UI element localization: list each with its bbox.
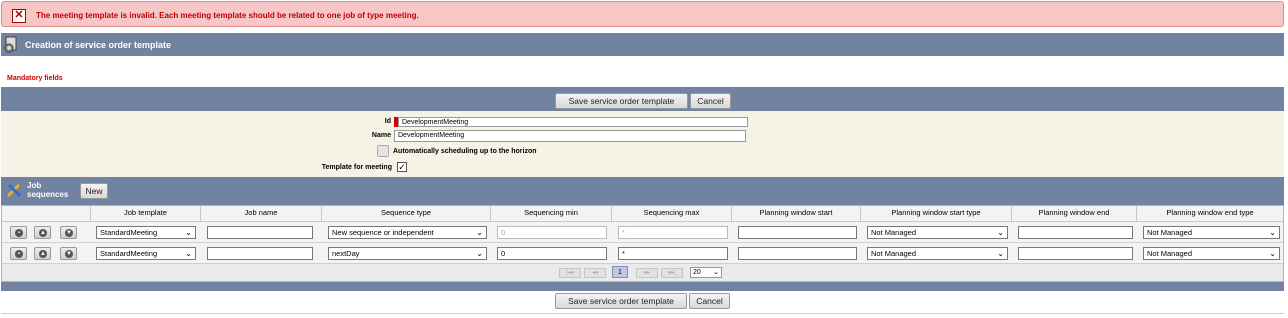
template-meeting-checkbox[interactable]: ✓ — [397, 162, 407, 172]
chevron-down-icon: ⌄ — [1269, 249, 1276, 258]
job-name-input[interactable] — [207, 247, 313, 260]
delete-row-button[interactable]: ▪ — [10, 226, 27, 239]
name-field[interactable]: DevelopmentMeeting — [394, 130, 746, 142]
pw-end-type-value: Not Managed — [1147, 249, 1193, 258]
column-header-sequencing-min: Sequencing min — [491, 206, 612, 222]
id-label: Id — [384, 118, 391, 125]
id-field[interactable]: DevelopmentMeeting — [398, 117, 748, 127]
pw-end-type-value: Not Managed — [1147, 228, 1193, 237]
chevron-down-icon: ⌄ — [185, 249, 192, 258]
pw-start-type-value: Not Managed — [871, 249, 917, 258]
document-gear-icon — [4, 36, 17, 53]
error-message: The meeting template is invalid. Each me… — [36, 11, 419, 20]
pw-start-type-select[interactable]: Not Managed ⌄ — [867, 226, 1008, 239]
new-sequence-button[interactable]: New — [80, 183, 108, 199]
column-header-pw-start-type: Planning window start type — [861, 206, 1012, 222]
job-template-value: StandardMeeting — [100, 249, 158, 258]
job-template-value: StandardMeeting — [100, 228, 158, 237]
arrow-down-icon: ▼ — [65, 250, 73, 258]
pw-start-type-select[interactable]: Not Managed ⌄ — [867, 247, 1008, 260]
sequencing-max-input[interactable]: * — [618, 247, 728, 260]
pw-end-type-select[interactable]: Not Managed ⌄ — [1143, 247, 1280, 260]
close-box-icon[interactable]: ✕ — [12, 9, 26, 23]
trash-icon: ▪ — [15, 250, 23, 258]
move-down-button[interactable]: ▼ — [60, 247, 77, 260]
arrow-up-icon: ▲ — [39, 250, 47, 258]
column-header-pw-start: Planning window start — [732, 206, 861, 222]
next-page-button[interactable]: ▸▸ — [636, 268, 658, 278]
chevron-down-icon: ⌄ — [997, 249, 1004, 258]
name-label: Name — [371, 132, 391, 139]
move-down-button[interactable]: ▼ — [60, 226, 77, 239]
sequence-type-value: nextDay — [332, 249, 360, 258]
chevron-down-icon: ⌄ — [476, 228, 483, 237]
pw-end-input[interactable] — [1018, 247, 1133, 260]
sequencing-min-input[interactable]: 0 — [497, 226, 607, 239]
template-meeting-label: Template for meeting — [321, 164, 392, 171]
pw-start-type-value: Not Managed — [871, 228, 917, 237]
bottom-divider — [1, 313, 1284, 314]
pw-end-input[interactable] — [1018, 226, 1133, 239]
job-template-select[interactable]: StandardMeeting ⌄ — [96, 247, 196, 260]
move-up-button[interactable]: ▲ — [34, 247, 51, 260]
column-header-sequence-type: Sequence type — [322, 206, 491, 222]
first-page-button[interactable]: |◂◂ — [559, 268, 581, 278]
chevron-down-icon: ⌄ — [476, 249, 483, 258]
column-header-pw-end: Planning window end — [1012, 206, 1137, 222]
table-row: ▪ ▲ ▼ StandardMeeting ⌄ nextDay ⌄ 0 * Not … — [2, 243, 1283, 264]
sequence-type-select[interactable]: nextDay ⌄ — [328, 247, 487, 260]
chevron-down-icon: ⌄ — [185, 228, 192, 237]
auto-schedule-checkbox[interactable] — [377, 145, 389, 157]
last-page-button[interactable]: ▸▸| — [661, 268, 683, 278]
delete-row-button[interactable]: ▪ — [10, 247, 27, 260]
sequencing-min-input[interactable]: 0 — [497, 247, 607, 260]
job-sequences-title-line1: Job — [27, 181, 42, 190]
move-up-button[interactable]: ▲ — [34, 226, 51, 239]
template-form: Id DevelopmentMeeting Name DevelopmentMe… — [1, 111, 1284, 177]
job-sequences-bar: Job sequences New — [1, 177, 1284, 205]
chevron-down-icon: ⌄ — [713, 269, 719, 276]
job-sequences-title: Job sequences — [27, 181, 68, 199]
column-header-pw-end-type: Planning window end type — [1137, 206, 1283, 222]
arrow-up-icon: ▲ — [39, 229, 47, 237]
column-header-actions — [2, 206, 91, 222]
pw-end-type-select[interactable]: Not Managed ⌄ — [1143, 226, 1280, 239]
page-header: Creation of service order template — [1, 33, 1284, 56]
column-header-job-name: Job name — [201, 206, 322, 222]
save-button[interactable]: Save service order template — [555, 93, 688, 109]
column-header-sequencing-max: Sequencing max — [612, 206, 732, 222]
job-template-select[interactable]: StandardMeeting ⌄ — [96, 226, 196, 239]
prev-page-button[interactable]: ◂◂ — [584, 268, 606, 278]
bottom-separator-bar — [1, 282, 1284, 291]
page-size-select[interactable]: 20 ⌄ — [690, 267, 722, 278]
pw-start-input[interactable] — [738, 247, 857, 260]
chevron-down-icon: ⌄ — [1269, 228, 1276, 237]
tools-icon — [6, 183, 22, 198]
sequencing-max-input[interactable]: * — [618, 226, 728, 239]
trash-icon: ▪ — [15, 229, 23, 237]
job-sequences-title-line2: sequences — [27, 190, 69, 199]
job-name-input[interactable] — [207, 226, 313, 239]
column-header-job-template: Job template — [91, 206, 201, 222]
chevron-down-icon: ⌄ — [997, 228, 1004, 237]
error-banner: ✕ The meeting template is invalid. Each … — [1, 1, 1284, 27]
current-page[interactable]: 1 — [612, 266, 628, 278]
top-action-bar: Save service order template Cancel — [1, 87, 1284, 111]
page-title: Creation of service order template — [25, 40, 172, 50]
pw-start-input[interactable] — [738, 226, 857, 239]
save-button-bottom[interactable]: Save service order template — [555, 293, 687, 309]
job-sequences-table: Job template Job name Sequence type Sequ… — [1, 205, 1284, 282]
arrow-down-icon: ▼ — [65, 229, 73, 237]
mandatory-fields-label: Mandatory fields — [7, 75, 63, 82]
cancel-button-bottom[interactable]: Cancel — [689, 293, 730, 309]
sequence-type-value: New sequence or independent — [332, 228, 434, 237]
cancel-button[interactable]: Cancel — [690, 93, 731, 109]
sequence-type-select[interactable]: New sequence or independent ⌄ — [328, 226, 487, 239]
page-size-value: 20 — [693, 269, 701, 276]
auto-schedule-label: Automatically scheduling up to the horiz… — [393, 148, 537, 155]
table-row: ▪ ▲ ▼ StandardMeeting ⌄ New sequence or i… — [2, 222, 1283, 243]
